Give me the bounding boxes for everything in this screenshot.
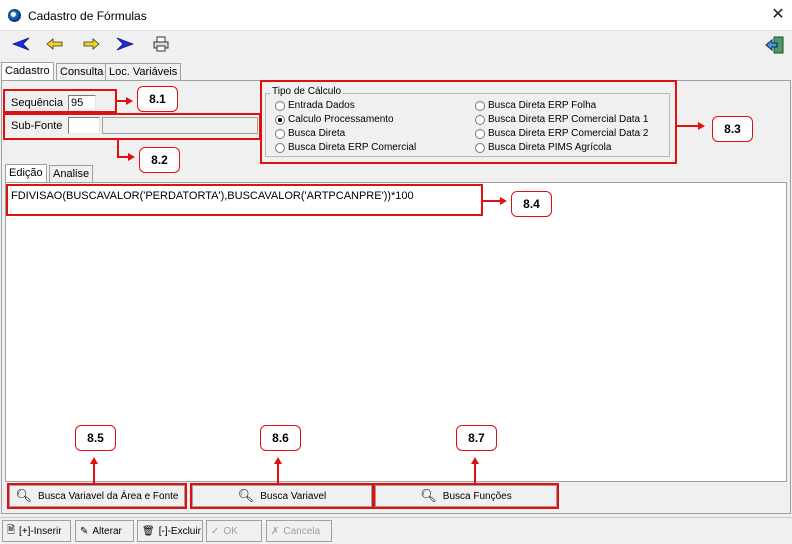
- tab-analise[interactable]: Analise: [49, 165, 94, 182]
- cancela-button[interactable]: ✗ Cancela: [266, 520, 332, 542]
- arrow-head: [274, 457, 282, 464]
- excluir-button[interactable]: 🗑 [-]-Excluir: [137, 520, 203, 542]
- arrow-line: [93, 462, 95, 483]
- formula-editor[interactable]: [5, 182, 787, 482]
- previous-record-icon[interactable]: [44, 36, 66, 54]
- arrow-head: [126, 97, 133, 105]
- next-record-icon[interactable]: [80, 36, 102, 54]
- callout-8-4: 8.4: [511, 191, 552, 217]
- callout-8-3: 8.3: [712, 116, 753, 142]
- check-icon: ✓: [211, 525, 220, 537]
- app-icon: [8, 9, 21, 22]
- alterar-label: Alterar: [92, 525, 122, 537]
- cancela-label: Cancela: [283, 525, 321, 537]
- last-record-icon[interactable]: [114, 36, 136, 54]
- arrow-head: [90, 457, 98, 464]
- window-title: Cadastro de Fórmulas: [28, 9, 147, 23]
- arrow-line: [277, 462, 279, 483]
- arrow-line: [483, 200, 501, 202]
- ok-button[interactable]: ✓ OK: [206, 520, 262, 542]
- tab-edicao[interactable]: Edição: [5, 164, 47, 182]
- alterar-button[interactable]: ✎ Alterar: [75, 520, 134, 542]
- arrow-head: [698, 122, 705, 130]
- highlight-busca-variavel: [190, 483, 374, 509]
- callout-8-7: 8.7: [456, 425, 497, 451]
- tab-cadastro[interactable]: Cadastro: [1, 62, 54, 80]
- insert-icon: 🗎: [7, 524, 16, 536]
- close-button[interactable]: ✕: [768, 5, 788, 25]
- cancel-icon: ✗: [271, 525, 280, 537]
- highlight-busca-funcoes: [373, 483, 559, 509]
- highlight-tipo-calculo: [260, 80, 677, 164]
- edit-icon: ✎: [80, 525, 89, 537]
- arrow-head: [471, 457, 479, 464]
- callout-8-1: 8.1: [137, 86, 178, 112]
- ok-label: OK: [223, 525, 238, 537]
- bottom-divider: [0, 517, 792, 518]
- highlight-busca-area: [7, 483, 187, 509]
- highlight-formula: [6, 184, 483, 216]
- highlight-sequencia: [3, 89, 117, 113]
- print-icon[interactable]: [150, 36, 172, 54]
- arrow-line: [474, 462, 476, 483]
- arrow-head: [500, 197, 507, 205]
- inserir-label: [+]-Inserir: [19, 525, 62, 537]
- tab-loc-variaveis[interactable]: Loc. Variáveis: [105, 63, 182, 80]
- callout-8-6: 8.6: [260, 425, 301, 451]
- callout-8-5: 8.5: [75, 425, 116, 451]
- trash-icon: 🗑: [142, 525, 155, 537]
- arrow-head: [128, 153, 135, 161]
- title-bar: Cadastro de Fórmulas ✕: [0, 0, 792, 31]
- arrow-line: [677, 125, 699, 127]
- tab-consulta[interactable]: Consulta: [56, 63, 108, 80]
- inserir-button[interactable]: 🗎 [+]-Inserir: [2, 520, 71, 542]
- highlight-subfonte: [3, 113, 261, 140]
- first-record-icon[interactable]: [10, 36, 32, 54]
- callout-8-2: 8.2: [139, 147, 180, 173]
- exit-icon[interactable]: [764, 36, 786, 54]
- excluir-label: [-]-Excluir: [158, 525, 201, 537]
